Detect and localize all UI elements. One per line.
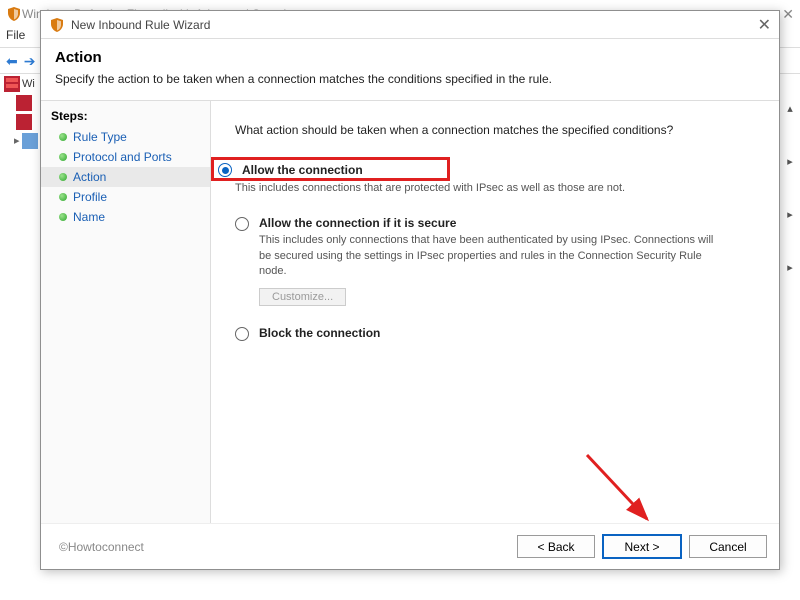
steps-title: Steps:	[41, 105, 210, 127]
step-name[interactable]: Name	[41, 207, 210, 227]
menu-file[interactable]: File	[6, 28, 25, 42]
option-block-connection[interactable]: Block the connection	[235, 326, 755, 341]
chevron-up-icon[interactable]: ▴	[787, 102, 793, 115]
step-label: Profile	[73, 190, 107, 204]
step-label: Name	[73, 210, 105, 224]
cancel-button[interactable]: Cancel	[689, 535, 767, 558]
step-label: Action	[73, 170, 106, 184]
chevron-right-icon[interactable]: ▸	[787, 155, 793, 168]
option-title: Block the connection	[259, 326, 755, 340]
option-title: Allow the connection	[242, 163, 443, 177]
customize-button: Customize...	[259, 288, 346, 306]
steps-pane: Steps: Rule Type Protocol and Ports Acti…	[41, 101, 211, 523]
tree-inbound-icon	[16, 95, 32, 111]
tree-outbound-icon	[16, 114, 32, 130]
step-rule-type[interactable]: Rule Type	[41, 127, 210, 147]
dialog-footer: ©Howtoconnect < Back Next > Cancel	[41, 523, 779, 569]
radio-allow[interactable]	[218, 163, 232, 177]
step-label: Rule Type	[73, 130, 127, 144]
watermark: ©Howtoconnect	[59, 540, 144, 554]
step-bullet-icon	[59, 173, 67, 181]
toolbar-back-icon[interactable]: ⬅	[6, 54, 18, 68]
radio-allow-secure[interactable]	[235, 217, 249, 231]
option-allow-secure[interactable]: Allow the connection if it is secure Thi…	[235, 216, 755, 305]
content-prompt: What action should be taken when a conne…	[235, 123, 755, 137]
firewall-app-icon	[6, 6, 22, 22]
step-profile[interactable]: Profile	[41, 187, 210, 207]
step-bullet-icon	[59, 213, 67, 221]
dialog-titlebar[interactable]: New Inbound Rule Wizard ✕	[41, 11, 779, 39]
dialog-close-icon[interactable]: ✕	[758, 15, 771, 35]
next-button[interactable]: Next >	[603, 535, 681, 558]
step-protocol-ports[interactable]: Protocol and Ports	[41, 147, 210, 167]
dialog-app-icon	[49, 17, 65, 33]
step-action[interactable]: Action	[41, 167, 210, 187]
tree-firewall-icon	[4, 76, 20, 92]
right-pane-chevrons: ▴ ▸ ▸ ▸	[784, 102, 796, 274]
highlight-annotation: Allow the connection	[211, 157, 450, 181]
option-desc: This includes only connections that have…	[259, 233, 719, 279]
dialog-header: Action Specify the action to be taken wh…	[41, 39, 779, 101]
wizard-dialog: New Inbound Rule Wizard ✕ Action Specify…	[40, 10, 780, 570]
step-bullet-icon	[59, 193, 67, 201]
tree-monitor-icon	[22, 133, 38, 149]
option-desc: This includes connections that are prote…	[235, 181, 695, 196]
option-allow-connection[interactable]: Allow the connection This includes conne…	[235, 161, 755, 196]
outer-close-icon[interactable]: ✕	[782, 6, 794, 23]
dialog-title: New Inbound Rule Wizard	[71, 18, 752, 32]
outer-tree: Wi ▸	[4, 74, 38, 594]
step-bullet-icon	[59, 133, 67, 141]
option-title: Allow the connection if it is secure	[259, 216, 755, 230]
toolbar-forward-icon[interactable]: ➔	[24, 54, 36, 68]
radio-block[interactable]	[235, 327, 249, 341]
tree-root-label[interactable]: Wi	[22, 78, 35, 90]
back-button[interactable]: < Back	[517, 535, 595, 558]
dialog-header-subtitle: Specify the action to be taken when a co…	[55, 72, 765, 86]
dialog-header-title: Action	[55, 49, 765, 66]
step-bullet-icon	[59, 153, 67, 161]
content-pane: What action should be taken when a conne…	[211, 101, 779, 523]
chevron-right-icon[interactable]: ▸	[787, 208, 793, 221]
chevron-right-icon[interactable]: ▸	[787, 261, 793, 274]
step-label: Protocol and Ports	[73, 150, 172, 164]
